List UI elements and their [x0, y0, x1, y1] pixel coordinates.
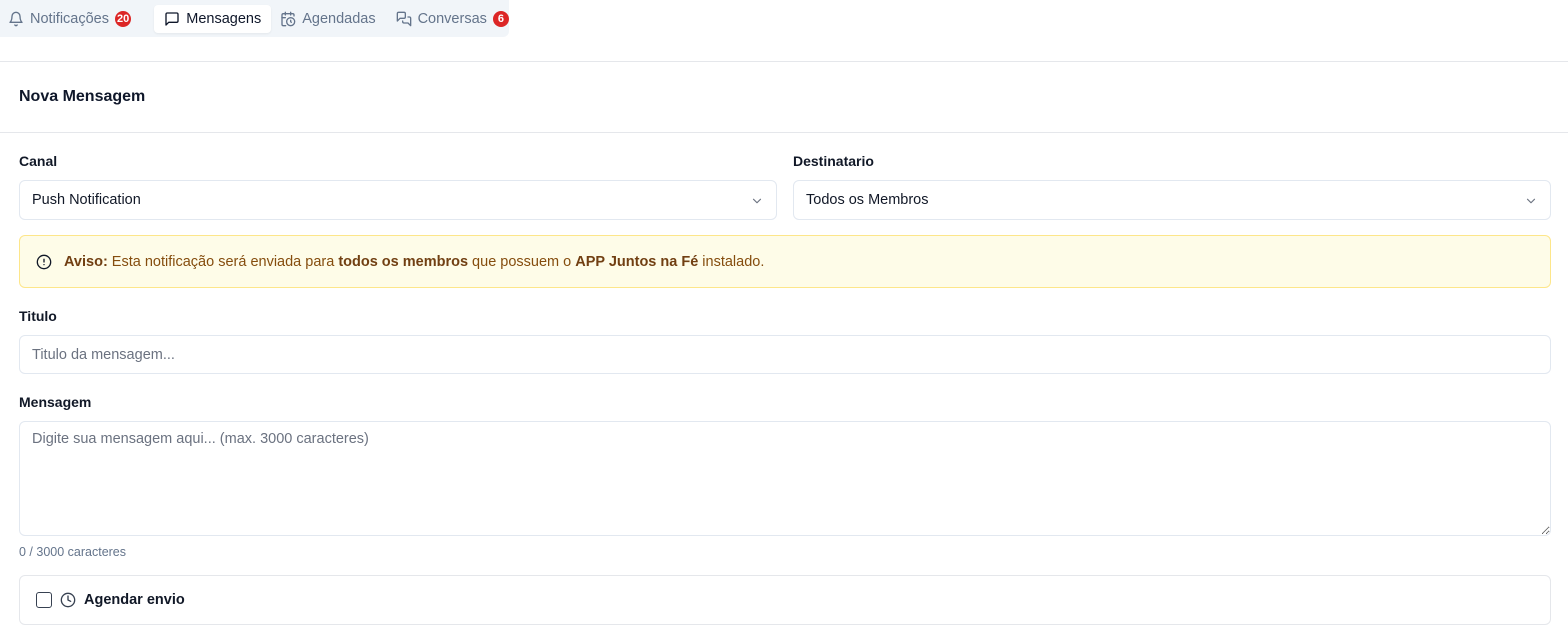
bell-icon — [8, 11, 24, 27]
page-title: Nova Mensagem — [19, 88, 146, 105]
chevron-down-icon — [1526, 198, 1536, 204]
tab-conversations-label: Conversas — [417, 10, 487, 27]
alert-bold-1: todos os membros — [338, 253, 469, 270]
alert-prefix: Aviso: — [64, 253, 108, 270]
schedule-box: Agendar envio — [19, 575, 1551, 625]
tab-conversations[interactable]: Conversas 6 — [393, 5, 518, 33]
alert-text-1: Esta notificação será enviada para — [107, 253, 339, 270]
recipient-select[interactable]: Todos os Membros — [793, 180, 1551, 220]
tab-scheduled[interactable]: Agendadas — [277, 5, 384, 33]
tab-messages[interactable]: Mensagens — [154, 4, 272, 33]
conversations-count-badge: 6 — [492, 10, 509, 27]
calendar-clock-icon — [280, 11, 296, 27]
schedule-checkbox[interactable] — [36, 592, 52, 608]
tab-scheduled-label: Agendadas — [302, 10, 376, 27]
notifications-count-badge: 20 — [114, 10, 132, 27]
schedule-label: Agendar envio — [84, 592, 185, 608]
recipient-label: Destinatario — [793, 153, 874, 169]
subject-label: Titulo — [19, 308, 57, 324]
tab-notifications-label: Notificações — [30, 10, 109, 27]
character-counter: 0 / 3000 caracteres — [19, 545, 127, 559]
tab-messages-label: Mensagens — [186, 10, 262, 27]
alert-bold-2: APP Juntos na Fé — [575, 253, 699, 270]
recipient-select-value: Todos os Membros — [806, 192, 929, 208]
message-textarea[interactable] — [19, 421, 1551, 536]
alert-text-2: que possuem o — [468, 253, 576, 270]
channel-select[interactable]: Push Notification — [19, 180, 777, 220]
warning-alert: Aviso: Esta notificação será enviada par… — [19, 235, 1551, 288]
message-label: Mensagem — [19, 394, 92, 410]
channel-select-value: Push Notification — [32, 192, 141, 208]
message-square-icon — [164, 11, 180, 27]
header-divider — [0, 61, 1568, 62]
tab-notifications[interactable]: Notificações 20 — [5, 5, 140, 33]
alert-text-3: instalado. — [698, 253, 765, 270]
clock-icon — [60, 592, 76, 608]
subject-input[interactable] — [19, 335, 1551, 374]
title-divider — [0, 132, 1568, 133]
tab-bar: Notificações 20 Mensagens Agendadas Conv… — [0, 0, 509, 37]
alert-circle-icon — [36, 254, 52, 270]
messages-icon — [396, 11, 412, 27]
channel-label: Canal — [19, 153, 58, 169]
chevron-down-icon — [752, 198, 762, 204]
